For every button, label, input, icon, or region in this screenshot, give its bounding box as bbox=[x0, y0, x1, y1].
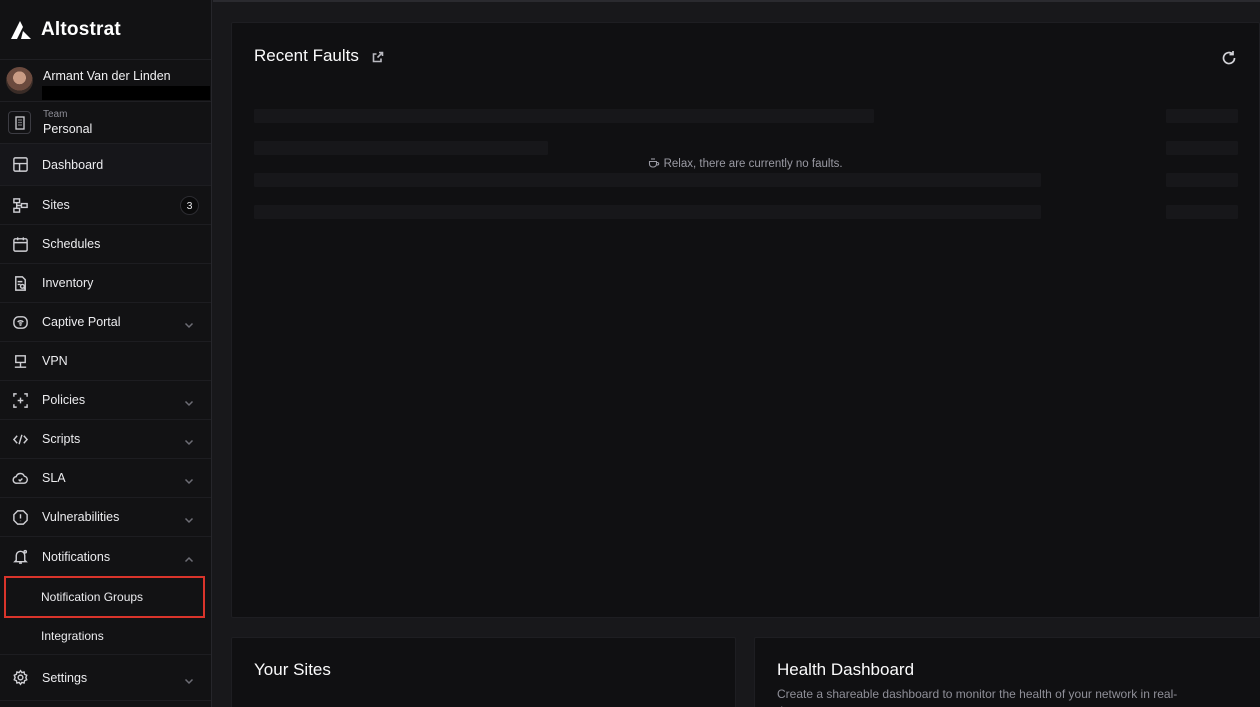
nav-item-sites[interactable]: Sites 3 bbox=[0, 186, 211, 225]
external-link-icon[interactable] bbox=[372, 50, 384, 63]
skeleton-row bbox=[1166, 173, 1238, 187]
nav-item-schedules[interactable]: Schedules bbox=[0, 225, 211, 264]
redacted-email bbox=[42, 86, 210, 100]
chevron-down-icon bbox=[184, 317, 194, 329]
nav-item-vulnerabilities[interactable]: Vulnerabilities bbox=[0, 498, 211, 537]
team-switcher[interactable]: Team Personal bbox=[0, 102, 211, 144]
no-faults-text: Relax, there are currently no faults. bbox=[663, 158, 843, 170]
your-sites-card: Your Sites bbox=[231, 637, 736, 707]
nav-item-notifications[interactable]: Notifications bbox=[0, 537, 211, 576]
nav-item-policies[interactable]: Policies bbox=[0, 381, 211, 420]
cloud-icon bbox=[11, 469, 29, 487]
user-name: Armant Van der Linden bbox=[43, 69, 171, 83]
skeleton-row bbox=[1166, 141, 1238, 155]
nav-item-inventory[interactable]: Inventory bbox=[0, 264, 211, 303]
team-name: Personal bbox=[43, 121, 93, 136]
nav-label-inventory: Inventory bbox=[42, 276, 94, 290]
chevron-down-icon bbox=[184, 473, 194, 485]
main-content: Recent Faults Relax, there are currently… bbox=[213, 0, 1260, 707]
main-nav: Dashboard Sites 3 Schedules Inventory Ca… bbox=[0, 144, 211, 701]
skeleton-row bbox=[254, 173, 1041, 187]
nav-subitem-integrations[interactable]: Integrations bbox=[0, 618, 211, 655]
skeleton-row bbox=[1166, 109, 1238, 123]
altostrat-logo-icon bbox=[11, 20, 31, 39]
chevron-down-icon bbox=[184, 434, 194, 446]
nav-label-sites: Sites bbox=[42, 198, 70, 212]
dashboard-icon bbox=[11, 156, 29, 174]
nav-label-settings: Settings bbox=[42, 670, 88, 685]
chevron-down-icon bbox=[184, 673, 194, 684]
health-dashboard-card: Health Dashboard Create a shareable dash… bbox=[754, 637, 1260, 707]
health-dashboard-title: Health Dashboard bbox=[777, 660, 915, 679]
inventory-document-icon bbox=[11, 274, 29, 292]
alert-octagon-icon bbox=[11, 508, 29, 526]
no-faults-message: Relax, there are currently no faults. bbox=[232, 157, 1259, 170]
nav-label-policies: Policies bbox=[42, 393, 86, 407]
code-icon bbox=[11, 430, 29, 448]
nav-item-captive-portal[interactable]: Captive Portal bbox=[0, 303, 211, 342]
nav-label-vpn: VPN bbox=[42, 354, 68, 368]
recent-faults-card: Recent Faults Relax, there are currently… bbox=[231, 22, 1260, 618]
refresh-icon[interactable] bbox=[1221, 50, 1237, 66]
nav-label-captive-portal: Captive Portal bbox=[42, 315, 121, 329]
nav-label-schedules: Schedules bbox=[42, 237, 101, 251]
gear-icon bbox=[11, 669, 29, 687]
building-icon bbox=[8, 111, 31, 134]
nav-item-dashboard[interactable]: Dashboard bbox=[0, 144, 211, 186]
nav-subitem-notification-groups[interactable]: Notification Groups bbox=[4, 576, 205, 618]
nav-item-settings[interactable]: Settings bbox=[0, 655, 211, 701]
nav-label-sla: SLA bbox=[42, 471, 66, 485]
coffee-icon bbox=[648, 158, 663, 170]
vpn-monitor-icon bbox=[11, 352, 29, 370]
chevron-down-icon bbox=[184, 512, 194, 524]
nav-label-scripts: Scripts bbox=[42, 432, 81, 446]
nav-item-sla[interactable]: SLA bbox=[0, 459, 211, 498]
user-menu[interactable]: Armant Van der Linden bbox=[0, 60, 211, 102]
chevron-down-icon bbox=[184, 395, 194, 407]
team-caption: Team bbox=[43, 108, 68, 120]
sites-count-badge: 3 bbox=[180, 196, 199, 215]
skeleton-row bbox=[1166, 205, 1238, 219]
nav-label-vulnerabilities: Vulnerabilities bbox=[42, 510, 120, 524]
policies-icon bbox=[11, 391, 29, 409]
brand-name: Altostrat bbox=[41, 18, 121, 40]
nav-label-notifications: Notifications bbox=[42, 549, 111, 564]
skeleton-row bbox=[254, 141, 548, 155]
chevron-up-icon bbox=[184, 552, 194, 562]
avatar bbox=[6, 67, 33, 94]
recent-faults-title: Recent Faults bbox=[254, 46, 359, 65]
skeleton-row bbox=[254, 205, 1041, 219]
wifi-portal-icon bbox=[11, 313, 29, 331]
your-sites-title: Your Sites bbox=[254, 660, 331, 679]
nav-label-dashboard: Dashboard bbox=[42, 157, 104, 172]
sites-network-icon bbox=[11, 196, 29, 214]
health-dashboard-description: Create a shareable dashboard to monitor … bbox=[777, 687, 1178, 707]
skeleton-row bbox=[254, 109, 874, 123]
brand-logo[interactable]: Altostrat bbox=[0, 0, 211, 60]
bell-icon bbox=[11, 548, 29, 566]
sidebar: Altostrat Armant Van der Linden Team Per… bbox=[0, 0, 212, 707]
nav-item-scripts[interactable]: Scripts bbox=[0, 420, 211, 459]
nav-item-vpn[interactable]: VPN bbox=[0, 342, 211, 381]
calendar-icon bbox=[11, 235, 29, 253]
